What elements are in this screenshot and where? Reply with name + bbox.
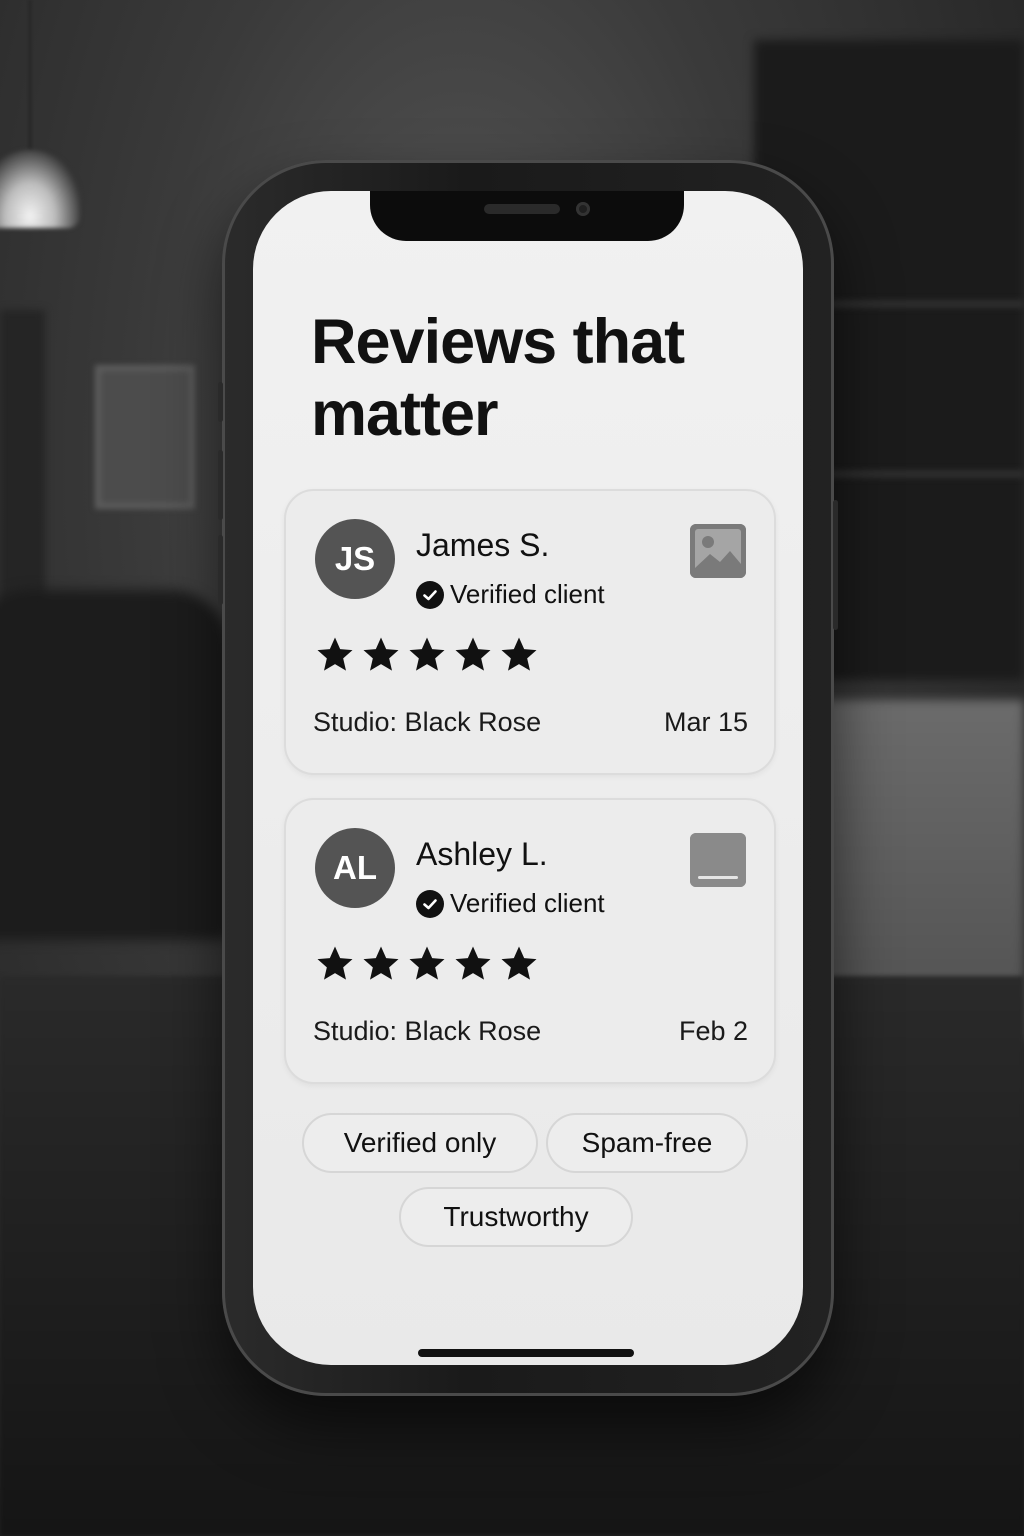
star-icon [501, 637, 537, 671]
star-rating [315, 944, 539, 984]
review-date: Mar 15 [663, 707, 748, 737]
reviewer-name: James S. [416, 527, 550, 563]
side-button [833, 500, 838, 630]
star-icon [409, 946, 445, 980]
mute-switch [218, 382, 223, 422]
studio-label: Studio: Black Rose [313, 1016, 542, 1046]
review-card[interactable]: AL Ashley L. Verified client Studio: Bla… [284, 798, 776, 1084]
star-icon [317, 637, 353, 671]
notch [370, 191, 684, 241]
front-camera [576, 202, 590, 216]
star-icon [363, 637, 399, 671]
check-circle-icon [416, 889, 444, 918]
verified-badge: Verified client [416, 888, 605, 919]
star-icon [501, 946, 537, 980]
star-icon [455, 946, 491, 980]
studio-label: Studio: Black Rose [313, 707, 542, 737]
star-icon [363, 946, 399, 980]
image-icon[interactable] [690, 524, 746, 578]
star-icon [317, 946, 353, 980]
star-icon [455, 637, 491, 671]
check-circle-icon [416, 580, 444, 609]
media-placeholder-icon[interactable] [690, 833, 746, 887]
home-indicator[interactable] [418, 1349, 634, 1357]
speaker-grille [484, 204, 560, 214]
avatar: JS [315, 519, 395, 599]
phone-screen: Reviews that matter JS James S. Verified… [253, 191, 803, 1365]
star-icon [409, 637, 445, 671]
chip-spam-free[interactable]: Spam-free [546, 1113, 748, 1173]
reviewer-name: Ashley L. [416, 836, 548, 872]
chip-verified-only[interactable]: Verified only [302, 1113, 538, 1173]
review-card[interactable]: JS James S. Verified client Studio: Blac… [284, 489, 776, 775]
verified-label: Verified client [450, 579, 605, 609]
chair-silhouette [0, 590, 230, 940]
volume-up-button [218, 450, 223, 520]
page-title: Reviews that matter [311, 307, 685, 449]
avatar: AL [315, 828, 395, 908]
verified-badge: Verified client [416, 579, 605, 610]
chip-trustworthy[interactable]: Trustworthy [399, 1187, 633, 1247]
verified-label: Verified client [450, 888, 605, 918]
volume-down-button [218, 535, 223, 605]
lamp-cord [28, 0, 32, 150]
wall-frame [95, 365, 195, 509]
star-rating [315, 635, 539, 675]
pendant-lamp [0, 150, 80, 228]
review-date: Feb 2 [678, 1016, 748, 1046]
